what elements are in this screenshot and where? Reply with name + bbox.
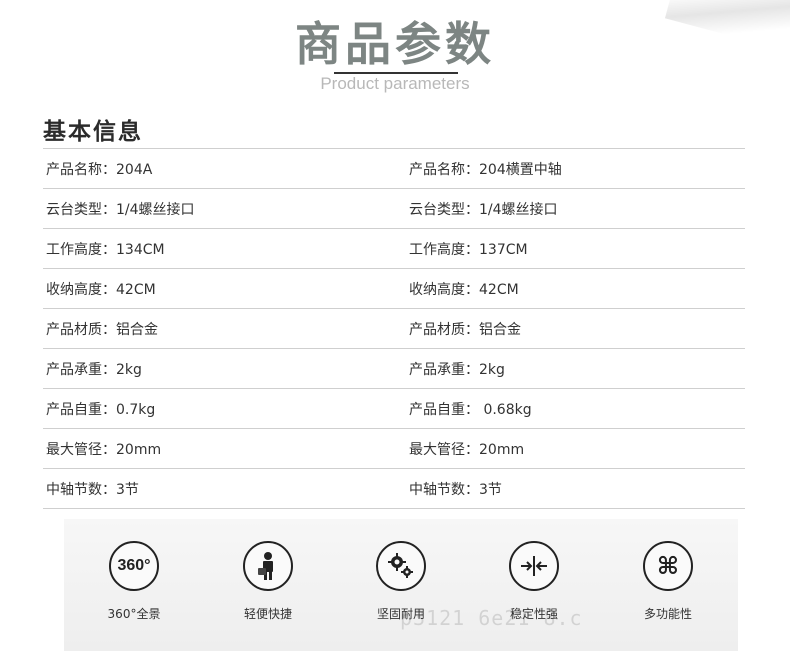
param-cell-right: 中轴节数：3节: [409, 481, 502, 498]
param-cell-left: 最大管径：20mm: [46, 441, 162, 458]
param-cell-left: 产品材质：铝合金: [46, 321, 158, 338]
param-cell-right: 工作高度：137CM: [409, 241, 528, 258]
page-subtitle: Product parameters: [320, 74, 470, 93]
page-title: 商品参数: [295, 17, 495, 71]
table-row: 产品自重：0.7kg 产品自重： 0.68kg: [43, 389, 745, 429]
table-row: 收纳高度：42CM 收纳高度：42CM: [43, 269, 745, 309]
param-cell-left: 中轴节数：3节: [46, 481, 139, 498]
watermark-text: p3121 6e21 8.c: [400, 606, 583, 630]
feature-item: ⌘ 多功能性: [618, 541, 718, 622]
param-cell-right: 产品承重：2kg: [409, 361, 505, 378]
person-briefcase-icon: [243, 541, 293, 591]
param-cell-left: 收纳高度：42CM: [46, 281, 156, 298]
section-title: 基本信息: [43, 119, 143, 145]
param-cell-right: 云台类型：1/4螺丝接口: [409, 201, 558, 218]
compress-arrows-icon: [509, 541, 559, 591]
table-row: 产品名称：204A 产品名称：204横置中轴: [43, 149, 745, 189]
feature-label: 多功能性: [643, 607, 692, 621]
param-cell-left: 产品名称：204A: [46, 161, 153, 178]
parameter-table: 产品名称：204A 产品名称：204横置中轴 云台类型：1/4螺丝接口 云台类型…: [43, 148, 745, 509]
param-cell-right: 产品自重： 0.68kg: [409, 401, 532, 418]
page-header: 商品参数 Product parameters: [0, 8, 790, 100]
table-row: 云台类型：1/4螺丝接口 云台类型：1/4螺丝接口: [43, 189, 745, 229]
feature-label: 轻便快捷: [243, 607, 292, 621]
360-icon: 360°: [109, 541, 159, 591]
feature-item: 轻便快捷: [218, 541, 318, 622]
table-row: 中轴节数：3节 中轴节数：3节: [43, 469, 745, 509]
param-cell-left: 产品承重：2kg: [46, 361, 142, 378]
param-cell-right: 产品名称：204横置中轴: [409, 161, 562, 178]
param-cell-left: 工作高度：134CM: [46, 241, 165, 258]
param-cell-left: 云台类型：1/4螺丝接口: [46, 201, 195, 218]
param-cell-right: 收纳高度：42CM: [409, 281, 519, 298]
feature-label: 360°全景: [107, 607, 161, 621]
command-icon: ⌘: [643, 541, 693, 591]
table-row: 最大管径：20mm 最大管径：20mm: [43, 429, 745, 469]
param-cell-right: 产品材质：铝合金: [409, 321, 521, 338]
param-cell-right: 最大管径：20mm: [409, 441, 525, 458]
gears-icon: [376, 541, 426, 591]
table-row: 工作高度：134CM 工作高度：137CM: [43, 229, 745, 269]
table-row: 产品材质：铝合金 产品材质：铝合金: [43, 309, 745, 349]
param-cell-left: 产品自重：0.7kg: [46, 401, 156, 418]
table-row: 产品承重：2kg 产品承重：2kg: [43, 349, 745, 389]
feature-strip: 360° 360°全景 轻便快捷 坚固耐用 稳定性强 ⌘ 多功能性: [64, 519, 738, 651]
feature-item: 360° 360°全景: [84, 541, 184, 622]
